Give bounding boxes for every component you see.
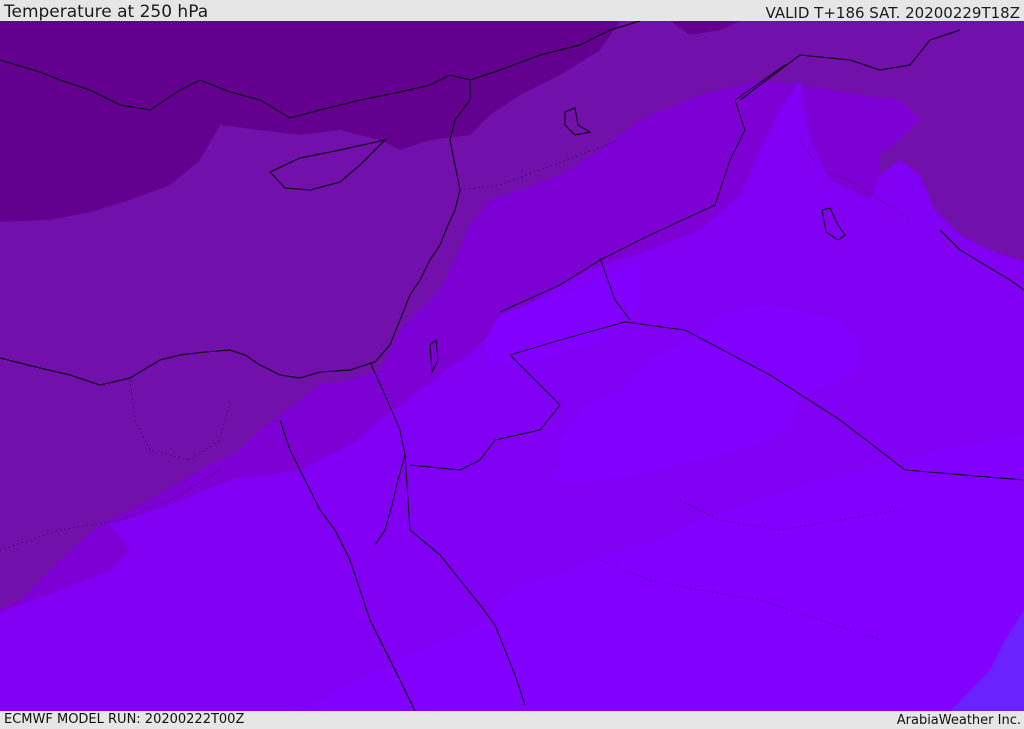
valid-time-label: VALID T+186 SAT. 20200229T18Z bbox=[765, 4, 1020, 22]
map-svg bbox=[0, 21, 1024, 711]
credit-label: ArabiaWeather Inc. bbox=[896, 713, 1021, 728]
map-title: Temperature at 250 hPa bbox=[4, 2, 209, 22]
map-figure: Temperature at 250 hPa VALID T+186 SAT. … bbox=[0, 0, 1024, 729]
footer-bar: ECMWF MODEL RUN: 20200222T00Z ArabiaWeat… bbox=[0, 711, 1024, 729]
map-canvas bbox=[0, 21, 1024, 711]
model-run-label: ECMWF MODEL RUN: 20200222T00Z bbox=[4, 712, 245, 727]
header-bar: Temperature at 250 hPa VALID T+186 SAT. … bbox=[0, 0, 1024, 22]
